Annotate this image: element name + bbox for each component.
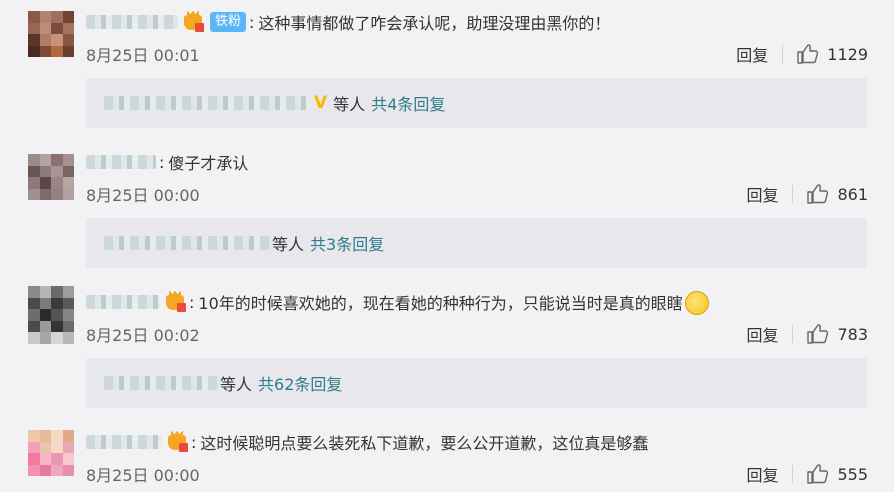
reply-count-link[interactable]: 共62条回复 — [258, 371, 342, 395]
comment-text: 10年的时候喜欢她的，现在看她的种种行为，只能说当时是真的眼瞎 — [198, 294, 683, 313]
comment-item: : 傻子才承认 8月25日 00:00 回复 861 等人 共3条回复 — [0, 146, 894, 276]
replies-suffix: 等人 — [333, 95, 366, 114]
timestamp: 8月25日 00:00 — [86, 186, 200, 205]
reply-count-link[interactable]: 共3条回复 — [310, 231, 384, 255]
avatar[interactable] — [28, 286, 74, 344]
reply-summary[interactable]: V 等人 共4条回复 — [86, 78, 867, 128]
comment-header: 铁粉 : 这种事情都做了咋会承认呢，助理没理由黑你的！ — [86, 6, 610, 38]
reply-summary[interactable]: 等人 共62条回复 — [86, 358, 867, 408]
replies-suffix: 等人 — [272, 235, 305, 254]
avatar[interactable] — [28, 430, 74, 476]
replies-suffix: 等人 — [220, 375, 253, 394]
comment-time: 8月25日 00:02 — [86, 322, 200, 346]
yellow-v-icon: V — [314, 93, 328, 113]
reply-count-link[interactable]: 共4条回复 — [371, 91, 445, 115]
colon: : — [191, 432, 197, 452]
divider — [792, 325, 794, 343]
divider — [792, 185, 794, 203]
comment-time: 8月25日 00:01 — [86, 42, 200, 66]
like-count[interactable]: 861 — [837, 185, 868, 204]
like-count[interactable]: 555 — [837, 465, 868, 484]
crown-vip-icon — [164, 292, 186, 312]
timestamp: 8月25日 00:02 — [86, 326, 200, 345]
divider — [782, 45, 784, 63]
comment-actions: 回复 1129 — [736, 42, 868, 66]
comment-item: : 这时候聪明点要么装死私下道歉，要么公开道歉，这位真是够蠢 8月25日 00:… — [0, 426, 894, 492]
reply-usernames[interactable] — [104, 236, 272, 250]
like-count[interactable]: 783 — [837, 325, 868, 344]
avatar[interactable] — [28, 11, 74, 57]
username[interactable] — [86, 15, 178, 29]
comment-text: 这种事情都做了咋会承认呢，助理没理由黑你的！ — [258, 14, 611, 33]
comment-actions: 回复 555 — [746, 462, 868, 486]
colon: : — [159, 152, 165, 172]
comment-header: : 10年的时候喜欢她的，现在看她的种种行为，只能说当时是真的眼瞎 — [86, 286, 709, 318]
reply-button[interactable]: 回复 — [746, 462, 778, 486]
reply-button[interactable]: 回复 — [746, 322, 778, 346]
reply-summary[interactable]: 等人 共3条回复 — [86, 218, 867, 268]
comment-header: : 这时候聪明点要么装死私下道歉，要么公开道歉，这位真是够蠢 — [86, 426, 648, 458]
comment-actions: 回复 861 — [746, 182, 868, 206]
thinking-face-emoji-icon — [684, 291, 709, 315]
reply-usernames[interactable] — [104, 376, 220, 390]
reply-button[interactable]: 回复 — [746, 182, 778, 206]
comment-text: 这时候聪明点要么装死私下道歉，要么公开道歉，这位真是够蠢 — [200, 434, 649, 453]
timestamp: 8月25日 00:01 — [86, 46, 200, 65]
crown-vip-icon — [166, 432, 188, 452]
divider — [792, 465, 794, 483]
fan-badge[interactable]: 铁粉 — [210, 12, 247, 32]
username[interactable] — [86, 155, 156, 169]
avatar[interactable] — [28, 154, 74, 200]
colon: : — [249, 12, 255, 32]
timestamp: 8月25日 00:00 — [86, 466, 200, 485]
thumbs-up-icon[interactable] — [797, 44, 819, 64]
reply-button[interactable]: 回复 — [736, 42, 768, 66]
comment-header: : 傻子才承认 — [86, 146, 248, 178]
comment-time: 8月25日 00:00 — [86, 182, 200, 206]
crown-vip-icon — [182, 12, 204, 32]
like-count[interactable]: 1129 — [827, 45, 868, 64]
comment-text: 傻子才承认 — [168, 154, 249, 173]
thumbs-up-icon[interactable] — [807, 184, 829, 204]
comment-time: 8月25日 00:00 — [86, 462, 200, 486]
thumbs-up-icon[interactable] — [807, 464, 829, 484]
comment-item: : 10年的时候喜欢她的，现在看她的种种行为，只能说当时是真的眼瞎 8月25日 … — [0, 286, 894, 416]
thumbs-up-icon[interactable] — [807, 324, 829, 344]
reply-usernames[interactable] — [104, 96, 312, 110]
username[interactable] — [86, 435, 162, 449]
comment-item: 铁粉 : 这种事情都做了咋会承认呢，助理没理由黑你的！ 8月25日 00:01 … — [0, 6, 894, 136]
comment-actions: 回复 783 — [746, 322, 868, 346]
colon: : — [189, 292, 195, 312]
username[interactable] — [86, 295, 160, 309]
